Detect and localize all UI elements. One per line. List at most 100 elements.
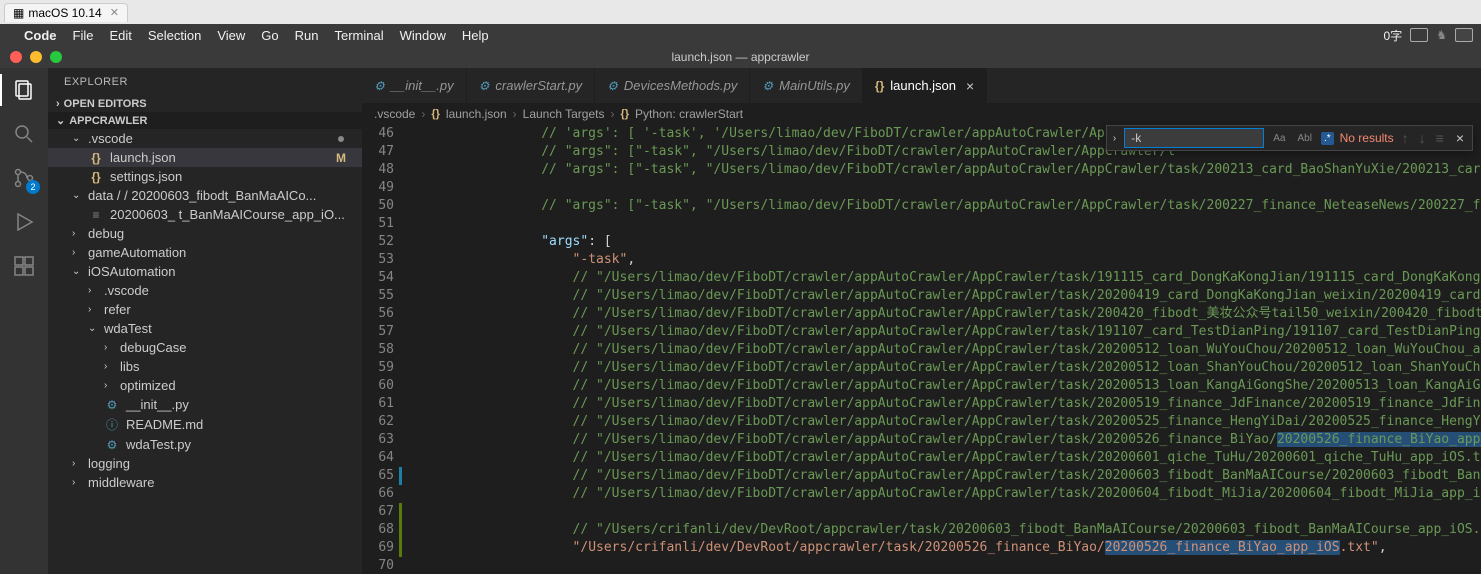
- explorer-sidebar: EXPLORER › OPEN EDITORS ⌄ APPCRAWLER ⌄ .…: [48, 68, 362, 574]
- folder-optimized[interactable]: › optimized: [48, 376, 362, 395]
- menu-run[interactable]: Run: [295, 28, 319, 43]
- folder-debugcase[interactable]: › debugCase: [48, 338, 362, 357]
- vm-tab-bar: ▦ macOS 10.14 ✕: [0, 0, 1481, 24]
- text-file-icon: ≡: [88, 208, 104, 222]
- folder-debug[interactable]: › debug: [48, 224, 362, 243]
- menu-window[interactable]: Window: [400, 28, 446, 43]
- folder-data[interactable]: ⌄ data / / 20200603_fibodt_BanMaAICo...: [48, 186, 362, 205]
- folder-label: debugCase: [120, 340, 187, 355]
- menu-edit[interactable]: Edit: [109, 28, 131, 43]
- folder-wdatest[interactable]: ⌄ wdaTest: [48, 319, 362, 338]
- chevron-right-icon: ›: [72, 228, 82, 239]
- folder-vscode[interactable]: ⌄ .vscode: [48, 129, 362, 148]
- project-section[interactable]: ⌄ APPCRAWLER: [48, 112, 362, 129]
- folder-gameautomation[interactable]: › gameAutomation: [48, 243, 362, 262]
- next-match-icon[interactable]: ↓: [1417, 130, 1428, 146]
- folder-logging[interactable]: › logging: [48, 454, 362, 473]
- vm-tab[interactable]: ▦ macOS 10.14 ✕: [4, 3, 128, 22]
- editor-tabs: ⚙ __init__.py ⚙ crawlerStart.py ⚙ Device…: [362, 68, 1481, 103]
- python-file-icon: ⚙: [762, 79, 773, 93]
- finder-icon: ▦: [13, 6, 24, 20]
- chevron-right-icon: ›: [72, 247, 82, 258]
- chevron-right-icon: ›: [88, 304, 98, 315]
- tab-label: launch.json: [890, 78, 956, 93]
- folder-label: .vscode: [88, 131, 133, 146]
- window-close-icon[interactable]: [10, 51, 22, 63]
- find-result-text: No results: [1340, 131, 1394, 145]
- git-modified-badge: M: [336, 151, 354, 165]
- close-icon[interactable]: ✕: [110, 6, 119, 19]
- breadcrumb[interactable]: .vscode › {} launch.json › Launch Target…: [362, 103, 1481, 125]
- breadcrumb-segment[interactable]: launch.json: [446, 107, 507, 121]
- file-settings-json[interactable]: {} settings.json: [48, 167, 362, 186]
- file-launch-json[interactable]: {} launch.json M: [48, 148, 362, 167]
- folder-libs[interactable]: › libs: [48, 357, 362, 376]
- search-icon[interactable]: [10, 120, 38, 148]
- expand-replace-icon[interactable]: ›: [1111, 133, 1118, 144]
- folder-iosautomation[interactable]: ⌄ iOSAutomation: [48, 262, 362, 281]
- info-file-icon: ⓘ: [104, 416, 120, 433]
- menu-app-name[interactable]: Code: [24, 28, 57, 43]
- file-readme[interactable]: ⓘ README.md: [48, 414, 362, 435]
- title-bar: launch.json — appcrawler: [0, 46, 1481, 68]
- code-content[interactable]: // 'args': [ '-task', '/Users/limao/dev/…: [408, 125, 1481, 574]
- window-zoom-icon[interactable]: [50, 51, 62, 63]
- tab-launch-json[interactable]: {} launch.json ×: [863, 68, 987, 103]
- previous-match-icon[interactable]: ↑: [1400, 130, 1411, 146]
- tab-crawlerstart[interactable]: ⚙ crawlerStart.py: [467, 68, 595, 103]
- regex-toggle[interactable]: .*: [1321, 132, 1334, 145]
- tab-devicesmethods[interactable]: ⚙ DevicesMethods.py: [595, 68, 750, 103]
- folder-label: optimized: [120, 378, 176, 393]
- tab-mainutils[interactable]: ⚙ MainUtils.py: [750, 68, 863, 103]
- vm-tab-label: macOS 10.14: [28, 6, 101, 20]
- python-file-icon: ⚙: [104, 398, 120, 412]
- folder-label: refer: [104, 302, 131, 317]
- file-wdatest-py[interactable]: ⚙ wdaTest.py: [48, 435, 362, 454]
- status-icon-1[interactable]: [1410, 28, 1428, 42]
- menu-terminal[interactable]: Terminal: [335, 28, 384, 43]
- chevron-right-icon: ›: [72, 477, 82, 488]
- line-gutter: 4647484950515253545556575859606162636465…: [362, 125, 408, 574]
- find-in-selection-icon[interactable]: ≡: [1434, 130, 1446, 146]
- status-icon-2[interactable]: [1455, 28, 1473, 42]
- status-icon-horse[interactable]: ♞: [1436, 28, 1447, 42]
- whole-word-toggle[interactable]: Abl: [1294, 132, 1314, 145]
- menu-go[interactable]: Go: [261, 28, 278, 43]
- chevron-right-icon: ›: [88, 285, 98, 296]
- open-editors-label: OPEN EDITORS: [64, 98, 147, 110]
- breadcrumb-segment[interactable]: Python: crawlerStart: [635, 107, 743, 121]
- explorer-icon[interactable]: [10, 76, 38, 104]
- extensions-icon[interactable]: [10, 252, 38, 280]
- chevron-down-icon: ⌄: [72, 190, 82, 201]
- breadcrumb-segment[interactable]: Launch Targets: [523, 107, 605, 121]
- file-data-txt[interactable]: ≡ 20200603_ t_BanMaAICourse_app_iO...: [48, 205, 362, 224]
- menu-help[interactable]: Help: [462, 28, 489, 43]
- close-icon[interactable]: ×: [966, 78, 974, 94]
- window-minimize-icon[interactable]: [30, 51, 42, 63]
- menu-selection[interactable]: Selection: [148, 28, 201, 43]
- open-editors-section[interactable]: › OPEN EDITORS: [48, 96, 362, 112]
- vscode-window: launch.json — appcrawler 2 EXPLORER: [0, 46, 1481, 574]
- folder-ios-vscode[interactable]: › .vscode: [48, 281, 362, 300]
- folder-middleware[interactable]: › middleware: [48, 473, 362, 492]
- json-file-icon: {}: [875, 79, 884, 93]
- find-input[interactable]: [1124, 128, 1264, 148]
- folder-label: .vscode: [104, 283, 149, 298]
- breadcrumb-segment[interactable]: .vscode: [374, 107, 415, 121]
- tab-init-py[interactable]: ⚙ __init__.py: [362, 68, 467, 103]
- run-debug-icon[interactable]: [10, 208, 38, 236]
- file-tree: ⌄ .vscode {} launch.json M {} settings.j…: [48, 129, 362, 492]
- menu-view[interactable]: View: [217, 28, 245, 43]
- file-init-py[interactable]: ⚙ __init__.py: [48, 395, 362, 414]
- folder-label: gameAutomation: [88, 245, 186, 260]
- menu-bar: Code File Edit Selection View Go Run Ter…: [0, 24, 1481, 46]
- match-case-toggle[interactable]: Aa: [1270, 132, 1288, 145]
- folder-refer[interactable]: › refer: [48, 300, 362, 319]
- close-icon[interactable]: ×: [1452, 130, 1468, 146]
- source-control-icon[interactable]: 2: [10, 164, 38, 192]
- menu-file[interactable]: File: [73, 28, 94, 43]
- code-editor[interactable]: 4647484950515253545556575859606162636465…: [362, 125, 1481, 574]
- project-label: APPCRAWLER: [69, 115, 147, 127]
- chevron-down-icon: ⌄: [88, 323, 98, 334]
- editor-area: ⚙ __init__.py ⚙ crawlerStart.py ⚙ Device…: [362, 68, 1481, 574]
